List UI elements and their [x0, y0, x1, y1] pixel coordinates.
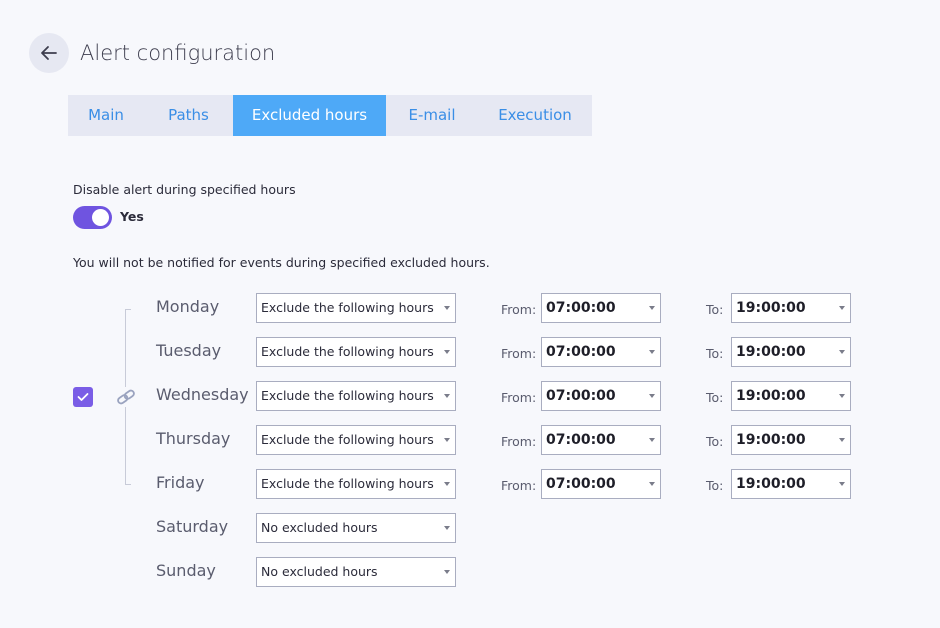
caret-down-icon — [444, 438, 450, 442]
caret-down-icon — [649, 350, 655, 354]
caret-down-icon — [649, 394, 655, 398]
caret-down-icon — [444, 350, 450, 354]
caret-down-icon — [444, 482, 450, 486]
from-label: From: — [501, 390, 537, 405]
caret-down-icon — [649, 482, 655, 486]
day-row-sunday: Sunday No excluded hours — [0, 557, 940, 587]
arrow-left-icon — [39, 43, 59, 63]
day-label: Friday — [156, 473, 205, 492]
to-time-select[interactable]: 19:00:00 — [731, 469, 851, 499]
to-label: To: — [706, 434, 724, 449]
mode-select[interactable]: No excluded hours — [256, 557, 456, 587]
tab-execution[interactable]: Execution — [478, 95, 592, 136]
from-time-value: 07:00:00 — [546, 432, 616, 448]
to-time-select[interactable]: 19:00:00 — [731, 425, 851, 455]
to-label: To: — [706, 346, 724, 361]
from-time-value: 07:00:00 — [546, 344, 616, 360]
tab-excluded-hours[interactable]: Excluded hours — [233, 95, 386, 136]
from-time-select[interactable]: 07:00:00 — [541, 381, 661, 411]
from-label: From: — [501, 302, 537, 317]
to-time-select[interactable]: 19:00:00 — [731, 337, 851, 367]
mode-value: Exclude the following hours — [261, 388, 434, 403]
to-time-value: 19:00:00 — [736, 432, 806, 448]
to-label: To: — [706, 478, 724, 493]
from-time-value: 07:00:00 — [546, 476, 616, 492]
toggle-knob — [92, 209, 109, 226]
caret-down-icon — [444, 394, 450, 398]
to-label: To: — [706, 302, 724, 317]
from-time-select[interactable]: 07:00:00 — [541, 469, 661, 499]
caret-down-icon — [444, 526, 450, 530]
toggle-state-label: Yes — [120, 209, 144, 224]
mode-select[interactable]: Exclude the following hours — [256, 337, 456, 367]
disable-alert-toggle[interactable] — [73, 206, 112, 229]
tab-paths[interactable]: Paths — [144, 95, 233, 136]
from-label: From: — [501, 434, 537, 449]
caret-down-icon — [649, 306, 655, 310]
mode-value: No excluded hours — [261, 520, 378, 535]
to-time-select[interactable]: 19:00:00 — [731, 381, 851, 411]
mode-select[interactable]: No excluded hours — [256, 513, 456, 543]
caret-down-icon — [444, 306, 450, 310]
day-label: Monday — [156, 297, 220, 316]
mode-select[interactable]: Exclude the following hours — [256, 293, 456, 323]
disable-alert-label: Disable alert during specified hours — [73, 182, 296, 197]
day-row-thursday: Thursday Exclude the following hours Fro… — [0, 425, 940, 455]
back-button[interactable] — [29, 33, 69, 73]
mode-select[interactable]: Exclude the following hours — [256, 425, 456, 455]
caret-down-icon — [839, 438, 845, 442]
day-row-wednesday: Wednesday Exclude the following hours Fr… — [0, 381, 940, 411]
day-row-tuesday: Tuesday Exclude the following hours From… — [0, 337, 940, 367]
from-time-select[interactable]: 07:00:00 — [541, 293, 661, 323]
mode-value: Exclude the following hours — [261, 476, 434, 491]
tab-bar: Main Paths Excluded hours E-mail Executi… — [68, 95, 592, 136]
day-label: Wednesday — [156, 385, 249, 404]
from-time-value: 07:00:00 — [546, 300, 616, 316]
day-label: Sunday — [156, 561, 216, 580]
to-time-value: 19:00:00 — [736, 476, 806, 492]
to-time-value: 19:00:00 — [736, 344, 806, 360]
from-label: From: — [501, 346, 537, 361]
from-time-select[interactable]: 07:00:00 — [541, 425, 661, 455]
info-text: You will not be notified for events duri… — [73, 255, 490, 270]
from-label: From: — [501, 478, 537, 493]
mode-select[interactable]: Exclude the following hours — [256, 381, 456, 411]
from-time-value: 07:00:00 — [546, 388, 616, 404]
mode-value: Exclude the following hours — [261, 344, 434, 359]
caret-down-icon — [839, 306, 845, 310]
day-label: Tuesday — [156, 341, 222, 360]
to-time-select[interactable]: 19:00:00 — [731, 293, 851, 323]
caret-down-icon — [444, 570, 450, 574]
mode-value: Exclude the following hours — [261, 432, 434, 447]
caret-down-icon — [839, 482, 845, 486]
mode-value: Exclude the following hours — [261, 300, 434, 315]
mode-value: No excluded hours — [261, 564, 378, 579]
tab-email[interactable]: E-mail — [386, 95, 478, 136]
day-row-saturday: Saturday No excluded hours — [0, 513, 940, 543]
caret-down-icon — [839, 350, 845, 354]
page-title: Alert configuration — [80, 41, 276, 65]
to-label: To: — [706, 390, 724, 405]
mode-select[interactable]: Exclude the following hours — [256, 469, 456, 499]
from-time-select[interactable]: 07:00:00 — [541, 337, 661, 367]
to-time-value: 19:00:00 — [736, 388, 806, 404]
day-label: Saturday — [156, 517, 229, 536]
tab-main[interactable]: Main — [68, 95, 144, 136]
to-time-value: 19:00:00 — [736, 300, 806, 316]
day-row-monday: Monday Exclude the following hours From:… — [0, 293, 940, 323]
day-row-friday: Friday Exclude the following hours From:… — [0, 469, 940, 499]
caret-down-icon — [839, 394, 845, 398]
caret-down-icon — [649, 438, 655, 442]
day-label: Thursday — [156, 429, 231, 448]
